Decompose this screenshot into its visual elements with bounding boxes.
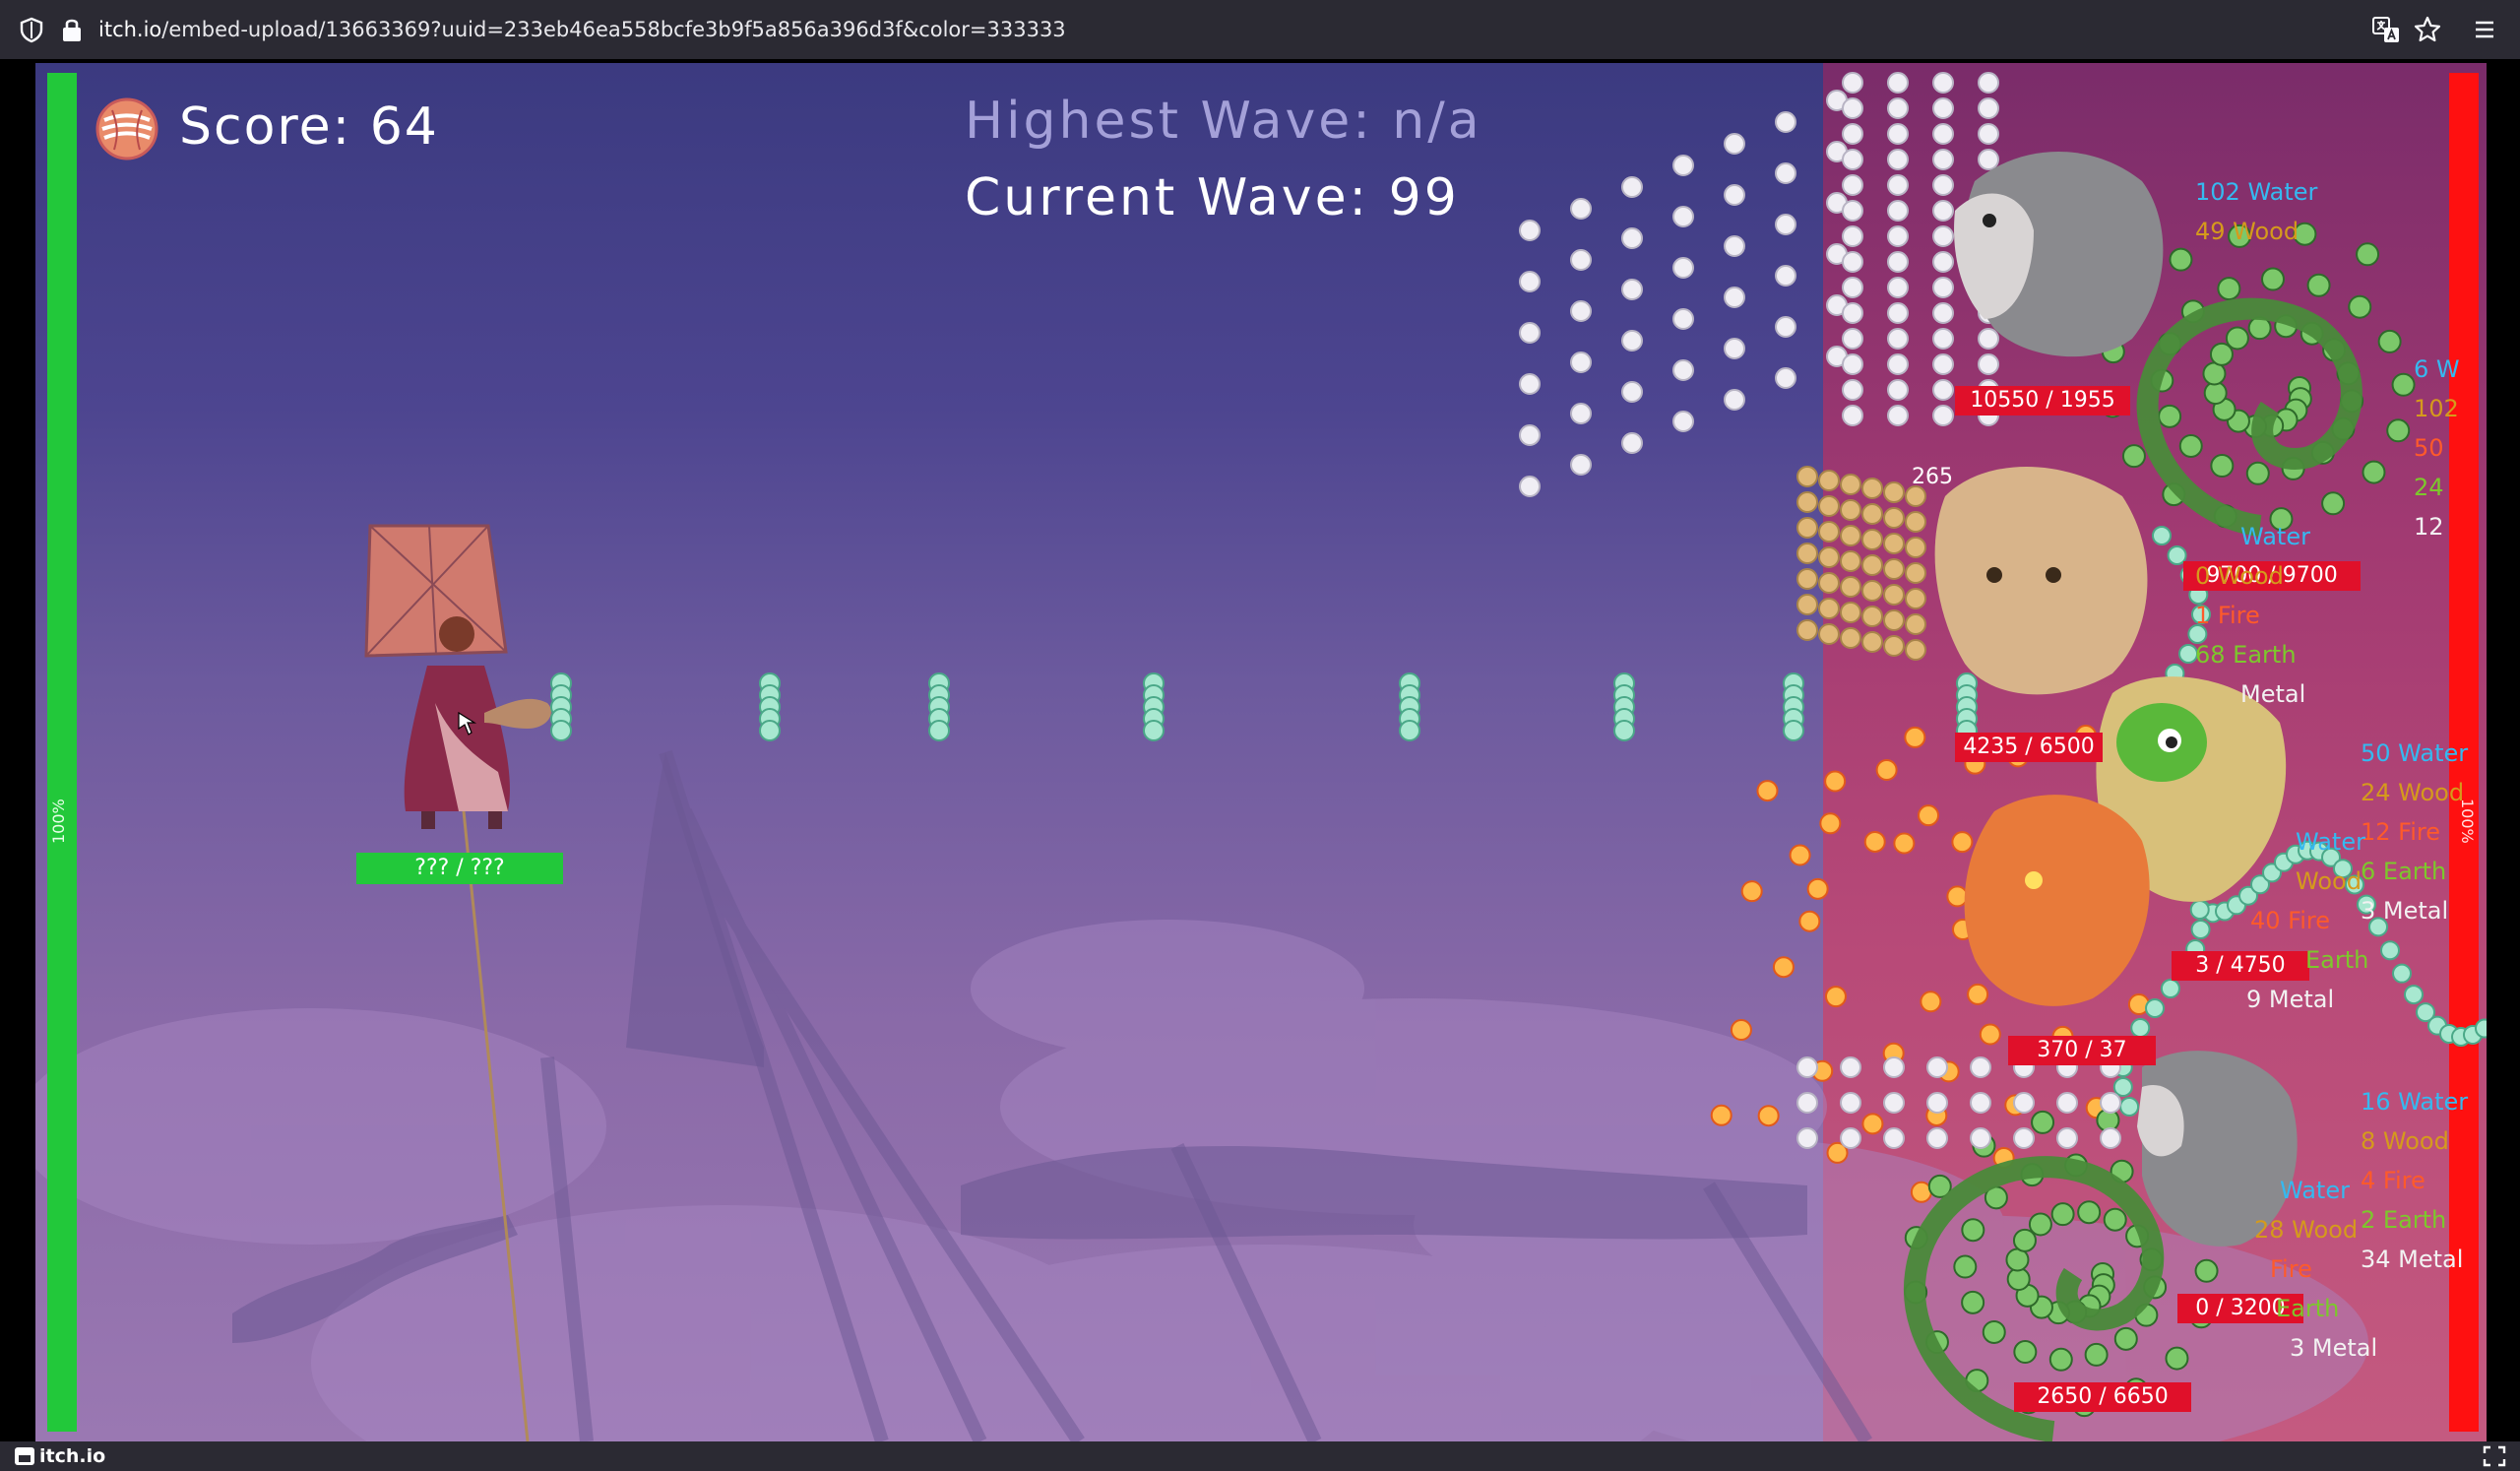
stat-metal: 3 Metal [2290, 1334, 2378, 1362]
fullscreen-icon[interactable] [2483, 1445, 2506, 1467]
lock-icon[interactable] [59, 16, 85, 43]
stat-fire: 50 [2414, 434, 2444, 462]
menu-icon[interactable] [2469, 14, 2500, 45]
itchio-brand[interactable]: itch.io [39, 1443, 105, 1469]
stat-metal: 12 [2414, 513, 2444, 541]
stat-wood: 24 Wood [2361, 779, 2465, 806]
stat-water: Water [2296, 828, 2365, 856]
stat-fire: Fire [2270, 1255, 2312, 1283]
url-field[interactable]: itch.io/embed-upload/13663369?uuid=233eb… [98, 14, 1066, 45]
tiger-enemy [1934, 467, 2148, 695]
stat-wood: 102 [2414, 395, 2459, 422]
damage-number: 265 [1912, 465, 1953, 489]
translate-icon[interactable] [2370, 14, 2402, 45]
stat-metal: 3 Metal [2361, 897, 2449, 925]
shield-icon[interactable] [18, 16, 45, 43]
hedgehog-enemy-top [1954, 152, 2164, 357]
stat-wood: Wood [2296, 867, 2362, 895]
enemy-hp-bar-tree-bottom: 2650 / 6650 [2014, 1382, 2191, 1412]
stat-earth: 6 Earth [2361, 858, 2447, 885]
tree-enemy-top [2136, 297, 2362, 537]
stat-water: 6 W [2414, 355, 2460, 383]
stat-metal: 9 Metal [2246, 986, 2335, 1013]
stat-wood: 0 Wood [2195, 562, 2284, 590]
stat-wood: 49 Wood [2195, 218, 2300, 245]
stat-water: Water [2280, 1177, 2350, 1204]
itchio-footer: itch.io [0, 1441, 2520, 1471]
stat-earth: 2 Earth [2361, 1206, 2447, 1234]
enemy-hp-bar-fire: 3 / 4750 [2172, 951, 2309, 981]
star-icon[interactable] [2412, 14, 2443, 45]
stat-wood: 8 Wood [2361, 1127, 2449, 1155]
enemy-hp-bar-fire-2: 370 / 37 [2008, 1036, 2156, 1065]
enemy-sprites[interactable] [35, 63, 2487, 1441]
stat-earth: 68 Earth [2195, 641, 2297, 669]
stat-fire: 12 Fire [2361, 818, 2440, 846]
stat-fire: 1 Fire [2195, 602, 2260, 629]
enemy-hp-bar-hedgehog: 10550 / 1955 [1955, 386, 2130, 416]
game-canvas[interactable]: 100% 100% Score: 64 Highest Wave: n/a Cu… [35, 63, 2487, 1441]
stat-earth: 24 [2414, 474, 2444, 501]
stat-water: 16 Water [2361, 1088, 2469, 1116]
itchio-logo-icon[interactable] [14, 1445, 35, 1467]
stat-water: 50 Water [2361, 739, 2469, 767]
url-path: /embed-upload/13663369?uuid=233eb46ea558… [161, 18, 1066, 41]
browser-toolbar: itch.io/embed-upload/13663369?uuid=233eb… [0, 0, 2520, 59]
fire-enemy [1964, 795, 2150, 1006]
stat-earth: Earth [2276, 1295, 2340, 1322]
url-host: itch.io [98, 18, 162, 41]
stat-metal: Metal [2240, 680, 2306, 708]
enemy-hp-bar-cat: 4235 / 6500 [1955, 733, 2103, 762]
stat-earth: Earth [2305, 946, 2369, 974]
stat-metal: 34 Metal [2361, 1246, 2464, 1273]
stat-wood: 28 Wood [2254, 1216, 2359, 1244]
stat-water: Water [2240, 523, 2310, 550]
stat-water: 102 Water [2195, 178, 2318, 206]
stat-fire: 40 Fire [2250, 907, 2330, 934]
stat-fire: 4 Fire [2361, 1167, 2426, 1194]
